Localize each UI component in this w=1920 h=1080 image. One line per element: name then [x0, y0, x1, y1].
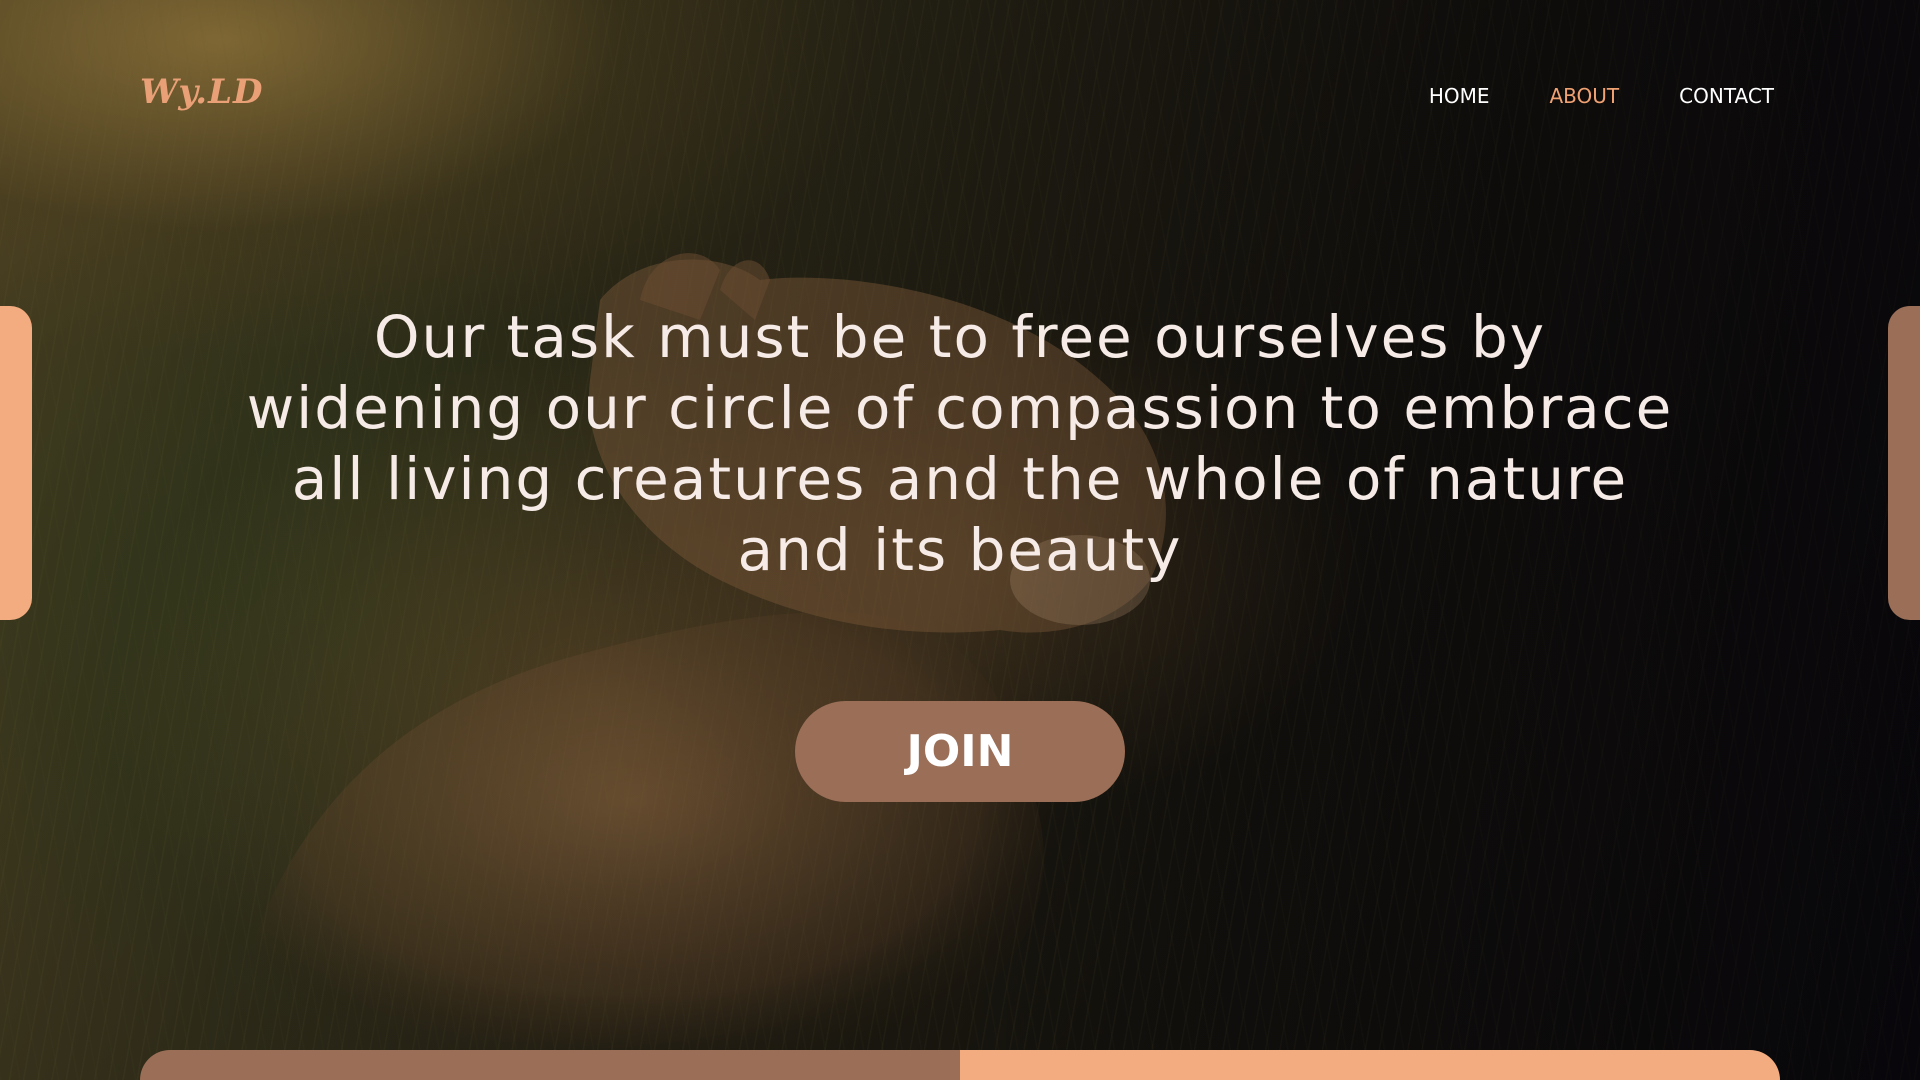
nav-item-contact[interactable]: CONTACT [1679, 84, 1774, 108]
bottom-panel-left-segment[interactable] [140, 1050, 960, 1080]
brand-logo[interactable]: Wy.LD [140, 72, 264, 112]
hero-quote: Our task must be to free ourselves by wi… [246, 303, 1674, 584]
slider-next-handle[interactable] [1888, 306, 1920, 620]
landing-page: Wy.LD HOME ABOUT CONTACT Our task must b… [0, 0, 1920, 1080]
main-nav: HOME ABOUT CONTACT [1429, 84, 1774, 108]
slider-prev-handle[interactable] [0, 306, 32, 620]
join-button[interactable]: JOIN [795, 701, 1125, 802]
bottom-panel [140, 1050, 1780, 1080]
nav-item-about[interactable]: ABOUT [1550, 84, 1620, 108]
nav-item-home[interactable]: HOME [1429, 84, 1490, 108]
bottom-panel-right-segment[interactable] [960, 1050, 1780, 1080]
